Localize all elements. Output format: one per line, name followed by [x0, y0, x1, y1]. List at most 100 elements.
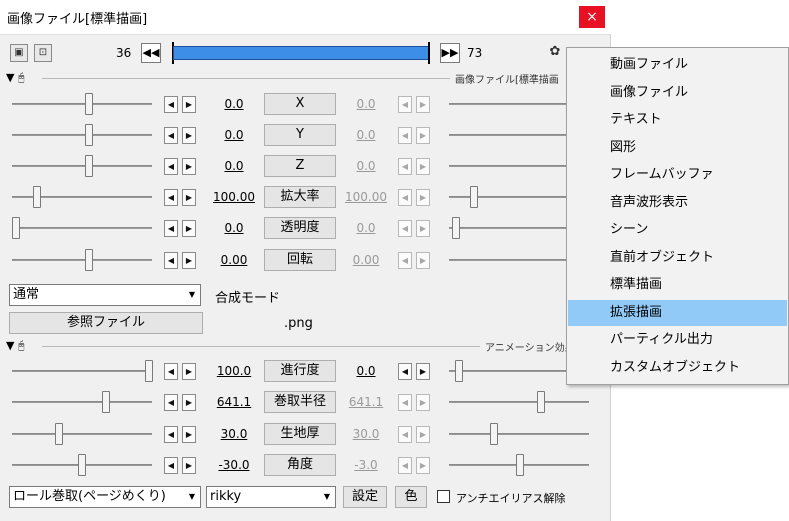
parameter-button[interactable]: 回転 — [264, 249, 336, 271]
start-value[interactable]: 30.0 — [209, 427, 259, 441]
increment-button[interactable]: ▶ — [182, 127, 196, 144]
increment-button[interactable]: ▶ — [182, 189, 196, 206]
color-button[interactable]: 色 — [395, 486, 427, 508]
right-slider-thumb[interactable] — [537, 391, 545, 413]
end-value[interactable]: 100.00 — [341, 190, 391, 204]
decrement-button[interactable]: ◀ — [398, 363, 412, 380]
section1-toggle[interactable]: ▼ 🖰 — [6, 71, 25, 85]
camera-toggle-icon[interactable]: ▣ — [10, 44, 28, 62]
end-value[interactable]: 0.0 — [341, 128, 391, 142]
right-slider-track[interactable] — [449, 433, 589, 435]
right-slider-thumb[interactable] — [516, 454, 524, 476]
right-slider-track[interactable] — [449, 134, 567, 136]
decrement-button[interactable]: ◀ — [164, 426, 178, 443]
end-value[interactable]: 0.0 — [341, 221, 391, 235]
start-value[interactable]: 0.0 — [209, 221, 259, 235]
parameter-button[interactable]: Y — [264, 124, 336, 146]
increment-button[interactable]: ▶ — [182, 426, 196, 443]
left-slider-thumb[interactable] — [85, 249, 93, 271]
start-value[interactable]: 0.0 — [209, 159, 259, 173]
end-value[interactable]: 0.0 — [341, 364, 391, 378]
left-slider-track[interactable] — [12, 401, 152, 403]
end-value[interactable]: -3.0 — [341, 458, 391, 472]
menu-item[interactable]: テキスト — [568, 107, 787, 133]
gear-icon[interactable]: ✿ — [546, 44, 564, 62]
increment-button[interactable]: ▶ — [416, 189, 430, 206]
left-slider-track[interactable] — [12, 433, 152, 435]
decrement-button[interactable]: ◀ — [398, 457, 412, 474]
decrement-button[interactable]: ◀ — [398, 252, 412, 269]
increment-button[interactable]: ▶ — [416, 457, 430, 474]
increment-button[interactable]: ▶ — [416, 158, 430, 175]
menu-item[interactable]: 画像ファイル — [568, 80, 787, 106]
left-slider-thumb[interactable] — [33, 186, 41, 208]
start-value[interactable]: 641.1 — [209, 395, 259, 409]
menu-item[interactable]: カスタムオブジェクト — [568, 355, 787, 381]
menu-item[interactable]: パーティクル出力 — [568, 327, 787, 353]
start-value[interactable]: -30.0 — [209, 458, 259, 472]
right-slider-track[interactable] — [449, 103, 567, 105]
increment-button[interactable]: ▶ — [182, 220, 196, 237]
increment-button[interactable]: ▶ — [182, 394, 196, 411]
menu-item[interactable]: 標準描画 — [568, 272, 787, 298]
increment-button[interactable]: ▶ — [416, 96, 430, 113]
start-value[interactable]: 100.0 — [209, 364, 259, 378]
end-value[interactable]: 30.0 — [341, 427, 391, 441]
menu-item[interactable]: 拡張描画 — [568, 299, 787, 326]
decrement-button[interactable]: ◀ — [398, 394, 412, 411]
right-slider-track[interactable] — [449, 259, 567, 261]
right-slider-thumb[interactable] — [470, 186, 478, 208]
left-slider-track[interactable] — [12, 165, 152, 167]
increment-button[interactable]: ▶ — [182, 158, 196, 175]
start-value[interactable]: 0.0 — [209, 97, 259, 111]
increment-button[interactable]: ▶ — [416, 252, 430, 269]
name-select[interactable]: rikky ▼ — [206, 486, 336, 508]
blend-mode-select[interactable]: 通常 ▼ — [9, 284, 201, 306]
menu-item[interactable]: 図形 — [568, 135, 787, 161]
left-slider-thumb[interactable] — [85, 124, 93, 146]
increment-button[interactable]: ▶ — [416, 394, 430, 411]
decrement-button[interactable]: ◀ — [164, 363, 178, 380]
next-frame-button[interactable]: ▶▶ — [440, 43, 460, 63]
parameter-button[interactable]: X — [264, 93, 336, 115]
right-slider-track[interactable] — [449, 227, 567, 229]
browse-file-button[interactable]: 参照ファイル — [9, 312, 203, 334]
left-slider-thumb[interactable] — [12, 217, 20, 239]
left-slider-track[interactable] — [12, 259, 152, 261]
right-slider-track[interactable] — [449, 401, 589, 403]
end-value[interactable]: 0.0 — [341, 159, 391, 173]
settings-button[interactable]: 設定 — [343, 486, 387, 508]
start-value[interactable]: 0.0 — [209, 128, 259, 142]
timeline-bar[interactable] — [173, 46, 429, 60]
decrement-button[interactable]: ◀ — [164, 220, 178, 237]
antialias-checkbox[interactable] — [437, 490, 450, 503]
left-slider-track[interactable] — [12, 103, 152, 105]
menu-item[interactable]: フレームバッファ — [568, 162, 787, 188]
left-slider-thumb[interactable] — [85, 155, 93, 177]
left-slider-thumb[interactable] — [55, 423, 63, 445]
increment-button[interactable]: ▶ — [416, 127, 430, 144]
end-value[interactable]: 0.00 — [341, 253, 391, 267]
increment-button[interactable]: ▶ — [182, 252, 196, 269]
left-slider-thumb[interactable] — [78, 454, 86, 476]
menu-item[interactable]: シーン — [568, 217, 787, 243]
start-value[interactable]: 100.00 — [209, 190, 259, 204]
end-value[interactable]: 0.0 — [341, 97, 391, 111]
decrement-button[interactable]: ◀ — [164, 457, 178, 474]
decrement-button[interactable]: ◀ — [164, 158, 178, 175]
decrement-button[interactable]: ◀ — [398, 426, 412, 443]
increment-button[interactable]: ▶ — [416, 363, 430, 380]
decrement-button[interactable]: ◀ — [398, 127, 412, 144]
right-slider-thumb[interactable] — [455, 360, 463, 382]
end-value[interactable]: 641.1 — [341, 395, 391, 409]
increment-button[interactable]: ▶ — [182, 457, 196, 474]
frame-toggle-icon[interactable]: ⊡ — [34, 44, 52, 62]
close-button[interactable]: × — [579, 6, 605, 28]
decrement-button[interactable]: ◀ — [164, 252, 178, 269]
left-slider-track[interactable] — [12, 370, 152, 372]
prev-frame-button[interactable]: ◀◀ — [141, 43, 161, 63]
left-slider-track[interactable] — [12, 227, 152, 229]
menu-item[interactable]: 動画ファイル — [568, 52, 787, 78]
right-slider-track[interactable] — [449, 196, 567, 198]
increment-button[interactable]: ▶ — [182, 96, 196, 113]
